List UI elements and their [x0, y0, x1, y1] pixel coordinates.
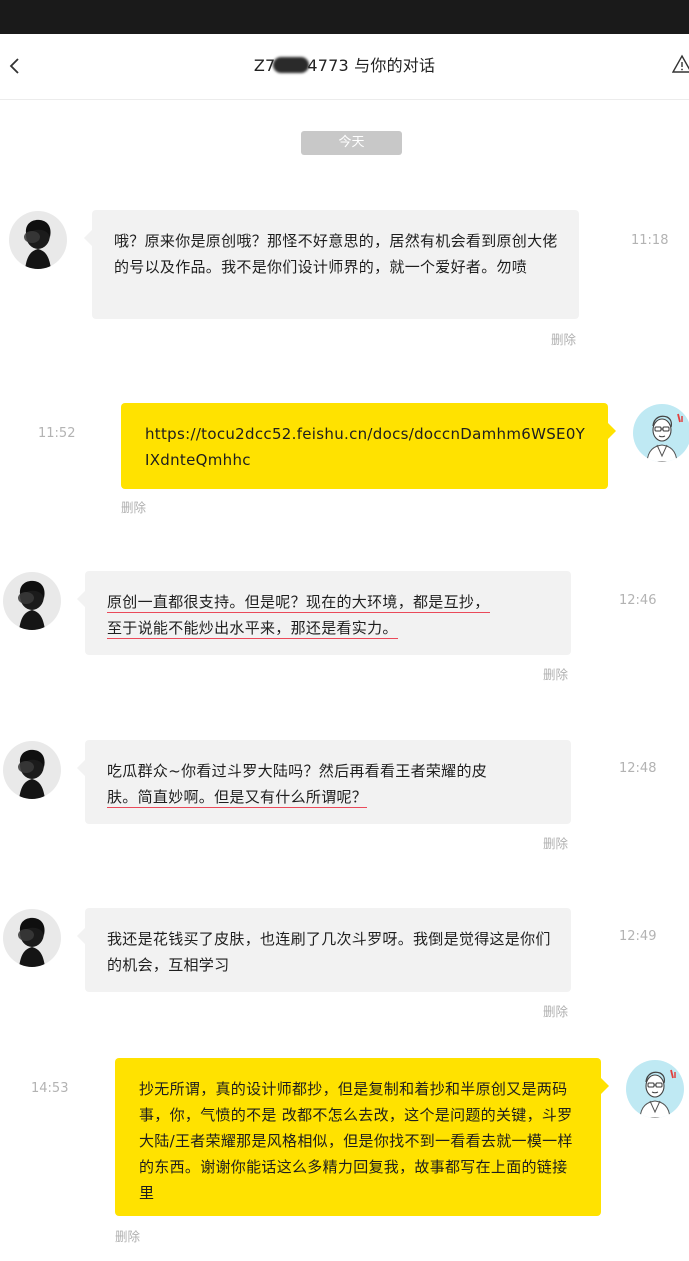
message-bubble-outgoing: https://tocu2dcc52.feishu.cn/docs/doccnD… — [121, 403, 616, 489]
delete-button[interactable]: 删除 — [551, 329, 576, 348]
title-prefix: Z7 — [253, 56, 276, 75]
avatar-other[interactable] — [9, 211, 67, 269]
message-bubble-incoming: 哦？原来你是原创哦？那怪不好意思的，居然有机会看到原创大佬的号以及作品。我不是你… — [84, 210, 579, 319]
avatar-other[interactable] — [3, 909, 61, 967]
date-divider: 今天 — [301, 131, 402, 155]
status-bar — [0, 0, 689, 34]
message-time: 12:46 — [619, 593, 657, 608]
delete-button[interactable]: 删除 — [121, 497, 146, 516]
message-text-line: 肤。简直妙啊。但是又有什么所谓呢？ — [107, 788, 368, 808]
message-time: 11:52 — [38, 426, 76, 441]
delete-button[interactable]: 删除 — [543, 664, 568, 683]
message-time: 12:48 — [619, 761, 657, 776]
delete-button[interactable]: 删除 — [543, 833, 568, 852]
warning-triangle-icon — [671, 54, 689, 73]
delete-button[interactable]: 删除 — [543, 1001, 568, 1020]
message-time: 12:49 — [619, 929, 657, 944]
message-link[interactable]: https://tocu2dcc52.feishu.cn/docs/doccnD… — [145, 425, 585, 469]
message-bubble-incoming: 吃瓜群众~你看过斗罗大陆吗？然后再看看王者荣耀的皮 肤。简直妙啊。但是又有什么所… — [77, 740, 571, 824]
avatar-other[interactable] — [3, 741, 61, 799]
message-bubble-outgoing: 抄无所谓，真的设计师都抄，但是复制和着抄和半原创又是两码事，你，气愤的不是 改都… — [115, 1058, 609, 1216]
title-suffix: 4773 与你的对话 — [307, 56, 436, 75]
delete-button[interactable]: 删除 — [115, 1226, 140, 1245]
message-text: 我还是花钱买了皮肤，也连刷了几次斗罗呀。我倒是觉得这是你们的机会，互相学习 — [107, 930, 551, 974]
message-bubble-incoming: 我还是花钱买了皮肤，也连刷了几次斗罗呀。我倒是觉得这是你们的机会，互相学习 — [77, 908, 571, 992]
message-text-line: 吃瓜群众~你看过斗罗大陆吗？然后再看看王者荣耀的皮 — [107, 762, 488, 780]
report-button[interactable] — [671, 54, 689, 76]
message-text: 哦？原来你是原创哦？那怪不好意思的，居然有机会看到原创大佬的号以及作品。我不是你… — [114, 232, 558, 276]
message-text: 抄无所谓，真的设计师都抄，但是复制和着抄和半原创又是两码事，你，气愤的不是 改都… — [139, 1080, 573, 1202]
message-text-line: 至于说能不能炒出水平来，那还是看实力。 — [107, 619, 398, 639]
redaction-mark — [273, 57, 310, 73]
avatar-other[interactable] — [3, 572, 61, 630]
page-title: Z7 4773 与你的对话 — [0, 52, 689, 76]
avatar-self[interactable] — [633, 404, 689, 462]
message-bubble-incoming: 原创一直都很支持。但是呢？现在的大环境，都是互抄， 至于说能不能炒出水平来，那还… — [77, 571, 571, 655]
message-time: 14:53 — [31, 1081, 69, 1096]
nav-bar: Z7 4773 与你的对话 — [0, 34, 689, 100]
message-time: 11:18 — [631, 233, 669, 248]
avatar-self[interactable] — [626, 1060, 684, 1118]
message-text-line: 原创一直都很支持。但是呢？现在的大环境，都是互抄， — [107, 593, 490, 613]
